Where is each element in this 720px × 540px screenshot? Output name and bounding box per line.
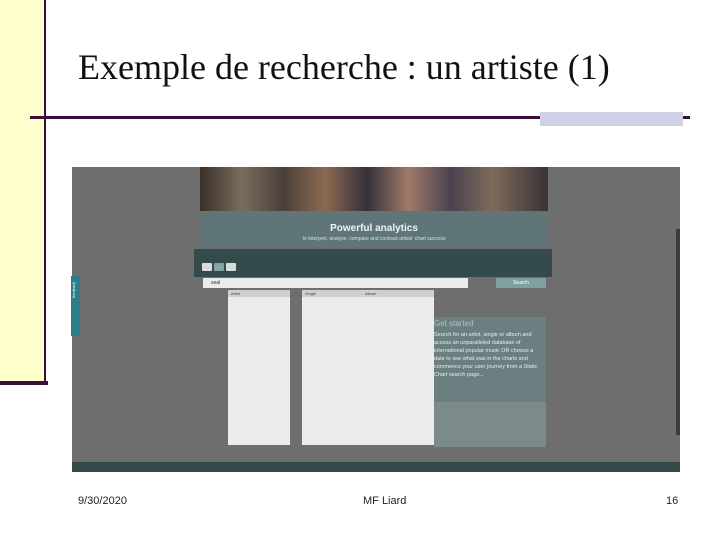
scrollbar[interactable] xyxy=(676,229,680,435)
dropdown-artist-column: Artist xyxy=(228,290,290,445)
search-input[interactable]: seal xyxy=(203,278,468,288)
title-rule-accent xyxy=(540,112,683,126)
screenshot-footer xyxy=(72,462,680,472)
slide-author: MF Liard xyxy=(363,495,407,507)
feedback-tab[interactable]: feedback xyxy=(71,276,80,336)
hero-banner: Powerful analytics to interpret, analyse… xyxy=(200,211,548,247)
website-screenshot: Powerful analytics to interpret, analyse… xyxy=(72,167,680,472)
dropdown-single-head: Single xyxy=(302,290,362,297)
search-panel: … … … xyxy=(194,249,552,277)
get-started-text: Search for an artist, single or album an… xyxy=(434,332,538,378)
feedback-tab-label: feedback xyxy=(71,282,76,299)
chart-preview xyxy=(434,402,546,447)
left-accent-bar-base xyxy=(0,381,48,385)
search-tab-2[interactable]: … xyxy=(214,263,224,271)
get-started-title: Get started xyxy=(434,319,474,328)
slide-title: Exemple de recherche : un artiste (1) xyxy=(78,47,610,87)
dropdown-album-column: Album xyxy=(362,290,434,445)
search-tab-1[interactable]: … xyxy=(202,263,212,271)
search-button[interactable]: Search xyxy=(496,278,546,288)
hero-title: Powerful analytics xyxy=(330,223,418,234)
dropdown-album-head: Album xyxy=(362,290,434,297)
hero-subtitle: to interpret, analyse, compare and contr… xyxy=(302,236,446,242)
slide-date: 9/30/2020 xyxy=(78,495,127,507)
search-tabs: … … … xyxy=(202,263,236,271)
left-accent-bar xyxy=(0,0,46,385)
search-tab-3[interactable]: … xyxy=(226,263,236,271)
dropdown-single-column: Single xyxy=(302,290,362,445)
slide-number: 16 xyxy=(666,495,679,507)
dropdown-artist-head: Artist xyxy=(228,290,290,297)
